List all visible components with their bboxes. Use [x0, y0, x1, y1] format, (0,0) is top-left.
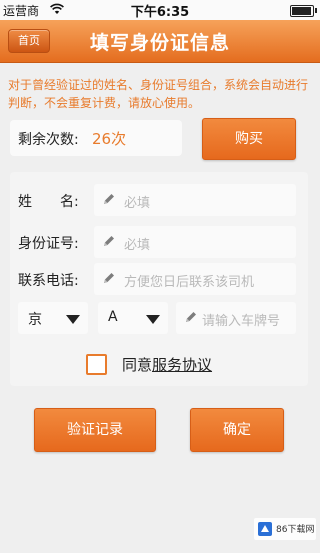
watermark-logo-icon [258, 522, 272, 536]
status-bar: 运营商 下午6:35 [0, 0, 320, 20]
agree-checkbox[interactable] [86, 354, 107, 375]
pencil-icon [104, 273, 114, 283]
remaining-count: 26次 [92, 130, 127, 148]
remaining-label: 剩余次数: [18, 132, 79, 148]
buy-button[interactable]: 购买 [202, 118, 296, 160]
service-agreement-link[interactable]: 服务协议 [152, 356, 212, 374]
confirm-button[interactable]: 确定 [190, 408, 284, 452]
name-placeholder: 必填 [124, 196, 151, 211]
pencil-icon [104, 236, 114, 246]
watermark-text: 86下载网 [276, 525, 315, 535]
id-label: 身份证号: [18, 236, 79, 252]
battery-icon [290, 5, 317, 17]
plate-letter-value: A [108, 309, 118, 325]
caret-down-icon [66, 315, 80, 324]
verification-record-button[interactable]: 验证记录 [34, 408, 156, 452]
plate-placeholder: 请输入车牌号 [202, 314, 281, 329]
notice-text: 对于曾经验证过的姓名、身份证号组合，系统会自动进行判断，不会重复计费，请放心使用… [8, 78, 309, 110]
id-placeholder: 必填 [124, 238, 151, 253]
province-select[interactable]: 京 [18, 302, 88, 334]
watermark: 86下载网 [254, 518, 316, 540]
phone-placeholder: 方便您日后联系该司机 [124, 275, 255, 290]
id-number-input[interactable]: 必填 [94, 226, 296, 258]
page-title: 填写身份证信息 [89, 32, 230, 54]
agreement-prefix: 同意 [122, 356, 153, 374]
plate-letter-select[interactable]: A [98, 302, 168, 334]
phone-input[interactable]: 方便您日后联系该司机 [94, 263, 296, 295]
agreement-text: 同意服务协议 [122, 354, 212, 375]
agreement-row: 同意服务协议 [86, 352, 246, 376]
pencil-icon [104, 194, 114, 204]
status-time: 下午6:35 [130, 5, 190, 20]
name-label: 姓 名: [18, 194, 79, 210]
pencil-icon [186, 312, 196, 322]
remaining-count-box: 剩余次数: 26次 [10, 120, 182, 156]
province-value: 京 [28, 312, 42, 328]
caret-down-icon [146, 315, 160, 324]
phone-label: 联系电话: [18, 273, 79, 289]
plate-number-input[interactable]: 请输入车牌号 [176, 302, 296, 334]
name-input[interactable]: 必填 [94, 184, 296, 216]
nav-bar: 首页 填写身份证信息 [0, 20, 320, 63]
